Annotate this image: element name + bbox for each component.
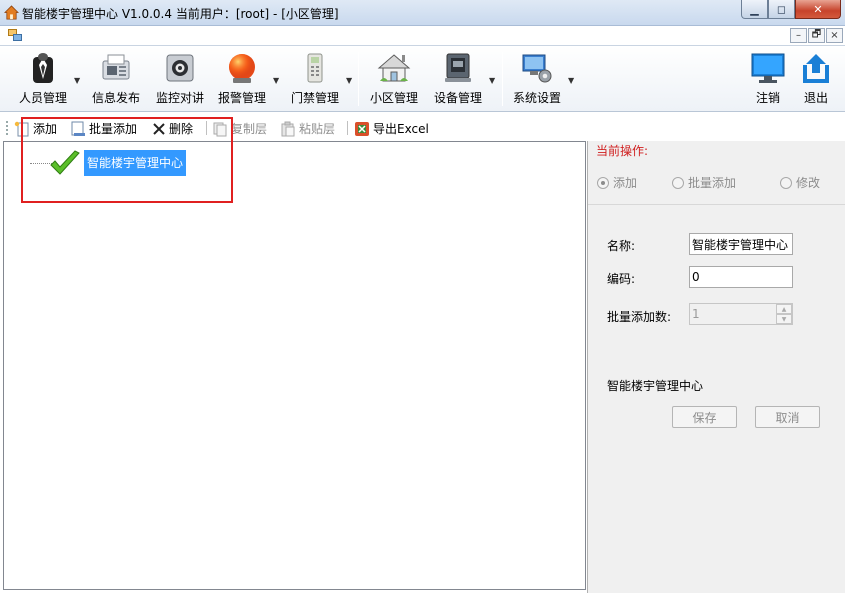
toolbar-separator	[502, 52, 503, 106]
tree-view[interactable]: 智能楼宇管理中心	[3, 141, 586, 590]
copy-icon	[213, 122, 227, 136]
chevron-down-icon[interactable]: ▼	[346, 76, 352, 85]
panel-divider	[588, 204, 845, 205]
edit-panel: 当前操作: 添加 批量添加 修改 名称: 编码: 批量添加数: ▲ ▼ 智能楼宇…	[587, 141, 845, 593]
window-title: 智能楼宇管理中心 V1.0.0.4 当前用户：[root] - [小区管理]	[22, 7, 339, 21]
toolbar-separator	[358, 52, 359, 106]
paste-layer-label: 粘贴层	[299, 122, 336, 136]
toolbar-monitor[interactable]: 监控对讲	[152, 46, 208, 110]
toolbar-access[interactable]: 门禁管理	[287, 46, 343, 110]
tree-toolbar: 添加 批量添加 删除 复制层 粘贴层 导出Excel	[0, 117, 587, 139]
excel-icon	[355, 121, 369, 136]
radio-modify-label: 修改	[796, 176, 821, 190]
paste-layer-button[interactable]: 粘贴层	[280, 120, 335, 137]
mdi-window-icon	[8, 29, 22, 41]
batch-count-label: 批量添加数:	[607, 310, 672, 324]
toolbar-label: 设备管理	[433, 91, 482, 105]
device-icon	[445, 53, 471, 82]
save-button[interactable]: 保存	[672, 406, 737, 428]
batch-count-stepper[interactable]: ▲ ▼	[776, 304, 792, 324]
house-icon	[377, 54, 411, 82]
door-panel-icon	[307, 53, 323, 83]
name-field[interactable]	[689, 233, 793, 255]
radio-modify[interactable]: 修改	[780, 174, 820, 191]
radio-indicator[interactable]	[672, 176, 684, 189]
toolbar-label: 退出	[803, 91, 828, 105]
toolbar-logout[interactable]: 注销	[748, 46, 788, 110]
toolbar-settings[interactable]: 系统设置	[508, 46, 566, 110]
exit-arrow-icon	[803, 54, 829, 83]
toolbar-community[interactable]: 小区管理	[365, 46, 423, 110]
chevron-down-icon[interactable]: ▼	[273, 76, 279, 85]
radio-indicator[interactable]	[780, 176, 792, 189]
checkmark-icon	[50, 150, 80, 175]
stepper-up-icon[interactable]: ▲	[776, 304, 792, 314]
toolbar-separator	[347, 121, 348, 135]
main-toolbar: 人员管理 ▼ 信息发布 监控对讲 报警管理 ▼ 门禁管理 ▼ 小区管理 设备管理…	[0, 46, 845, 112]
toolbar-personnel[interactable]: 人员管理	[14, 46, 72, 110]
toolbar-label: 报警管理	[217, 91, 266, 105]
toolbar-label: 人员管理	[18, 91, 67, 105]
cancel-button[interactable]: 取消	[755, 406, 820, 428]
toolbar-label: 小区管理	[369, 91, 418, 105]
code-label: 编码:	[607, 272, 636, 286]
mdi-bar: – 🗗 ×	[0, 26, 845, 46]
chevron-down-icon[interactable]: ▼	[568, 76, 574, 85]
radio-add[interactable]: 添加	[597, 174, 637, 191]
delete-icon	[153, 122, 165, 135]
export-excel-label: 导出Excel	[373, 122, 429, 136]
toolbar-grip[interactable]	[6, 121, 8, 135]
current-operation-title: 当前操作:	[596, 144, 649, 158]
toolbar-label: 监控对讲	[155, 91, 204, 105]
person-suit-icon	[33, 53, 53, 83]
chevron-down-icon[interactable]: ▼	[74, 76, 80, 85]
copy-layer-button[interactable]: 复制层	[212, 120, 267, 137]
toolbar-label: 系统设置	[512, 91, 561, 105]
radio-batch-add[interactable]: 批量添加	[672, 174, 736, 191]
selected-node-name: 智能楼宇管理中心	[607, 379, 704, 393]
mdi-close-button[interactable]: ×	[826, 28, 843, 43]
mdi-controls: – 🗗 ×	[790, 28, 843, 43]
camera-icon	[166, 54, 194, 82]
toolbar-device[interactable]: 设备管理	[429, 46, 487, 110]
paste-icon	[281, 121, 295, 136]
delete-button[interactable]: 删除	[152, 120, 193, 137]
home-icon	[4, 5, 19, 20]
chevron-down-icon[interactable]: ▼	[489, 76, 495, 85]
toolbar-label: 门禁管理	[290, 91, 339, 105]
alarm-light-icon	[229, 54, 255, 83]
radio-batch-add-label: 批量添加	[688, 176, 737, 190]
toolbar-alarm[interactable]: 报警管理	[214, 46, 270, 110]
tree-node-root[interactable]: 智能楼宇管理中心	[84, 150, 187, 176]
batch-add-icon	[71, 121, 85, 136]
mdi-restore-button[interactable]: 🗗	[808, 28, 825, 43]
mdi-minimize-button[interactable]: –	[790, 28, 807, 43]
toolbar-label: 信息发布	[91, 91, 140, 105]
code-field[interactable]	[689, 266, 793, 288]
window-controls: ▁ ◻ ✕	[741, 0, 841, 19]
fax-icon	[102, 54, 130, 80]
radio-indicator[interactable]	[597, 176, 609, 189]
maximize-button[interactable]: ◻	[768, 0, 795, 19]
monitor-gear-icon	[522, 54, 552, 83]
delete-label: 删除	[169, 122, 194, 136]
title-bar: 智能楼宇管理中心 V1.0.0.4 当前用户：[root] - [小区管理] ▁…	[0, 0, 845, 26]
copy-layer-label: 复制层	[231, 122, 268, 136]
toolbar-exit[interactable]: 退出	[796, 46, 836, 110]
add-icon	[14, 121, 29, 136]
minimize-button[interactable]: ▁	[741, 0, 768, 19]
batch-add-label: 批量添加	[89, 122, 138, 136]
toolbar-separator	[206, 121, 207, 135]
stepper-down-icon[interactable]: ▼	[776, 314, 792, 324]
monitor-icon	[751, 53, 785, 83]
toolbar-label: 注销	[755, 91, 780, 105]
export-excel-button[interactable]: 导出Excel	[354, 120, 429, 137]
batch-add-button[interactable]: 批量添加	[70, 120, 137, 137]
radio-add-label: 添加	[613, 176, 638, 190]
add-label: 添加	[33, 122, 58, 136]
toolbar-info[interactable]: 信息发布	[88, 46, 144, 110]
name-label: 名称:	[607, 239, 636, 253]
close-button[interactable]: ✕	[795, 0, 841, 19]
add-button[interactable]: 添加	[14, 120, 57, 137]
